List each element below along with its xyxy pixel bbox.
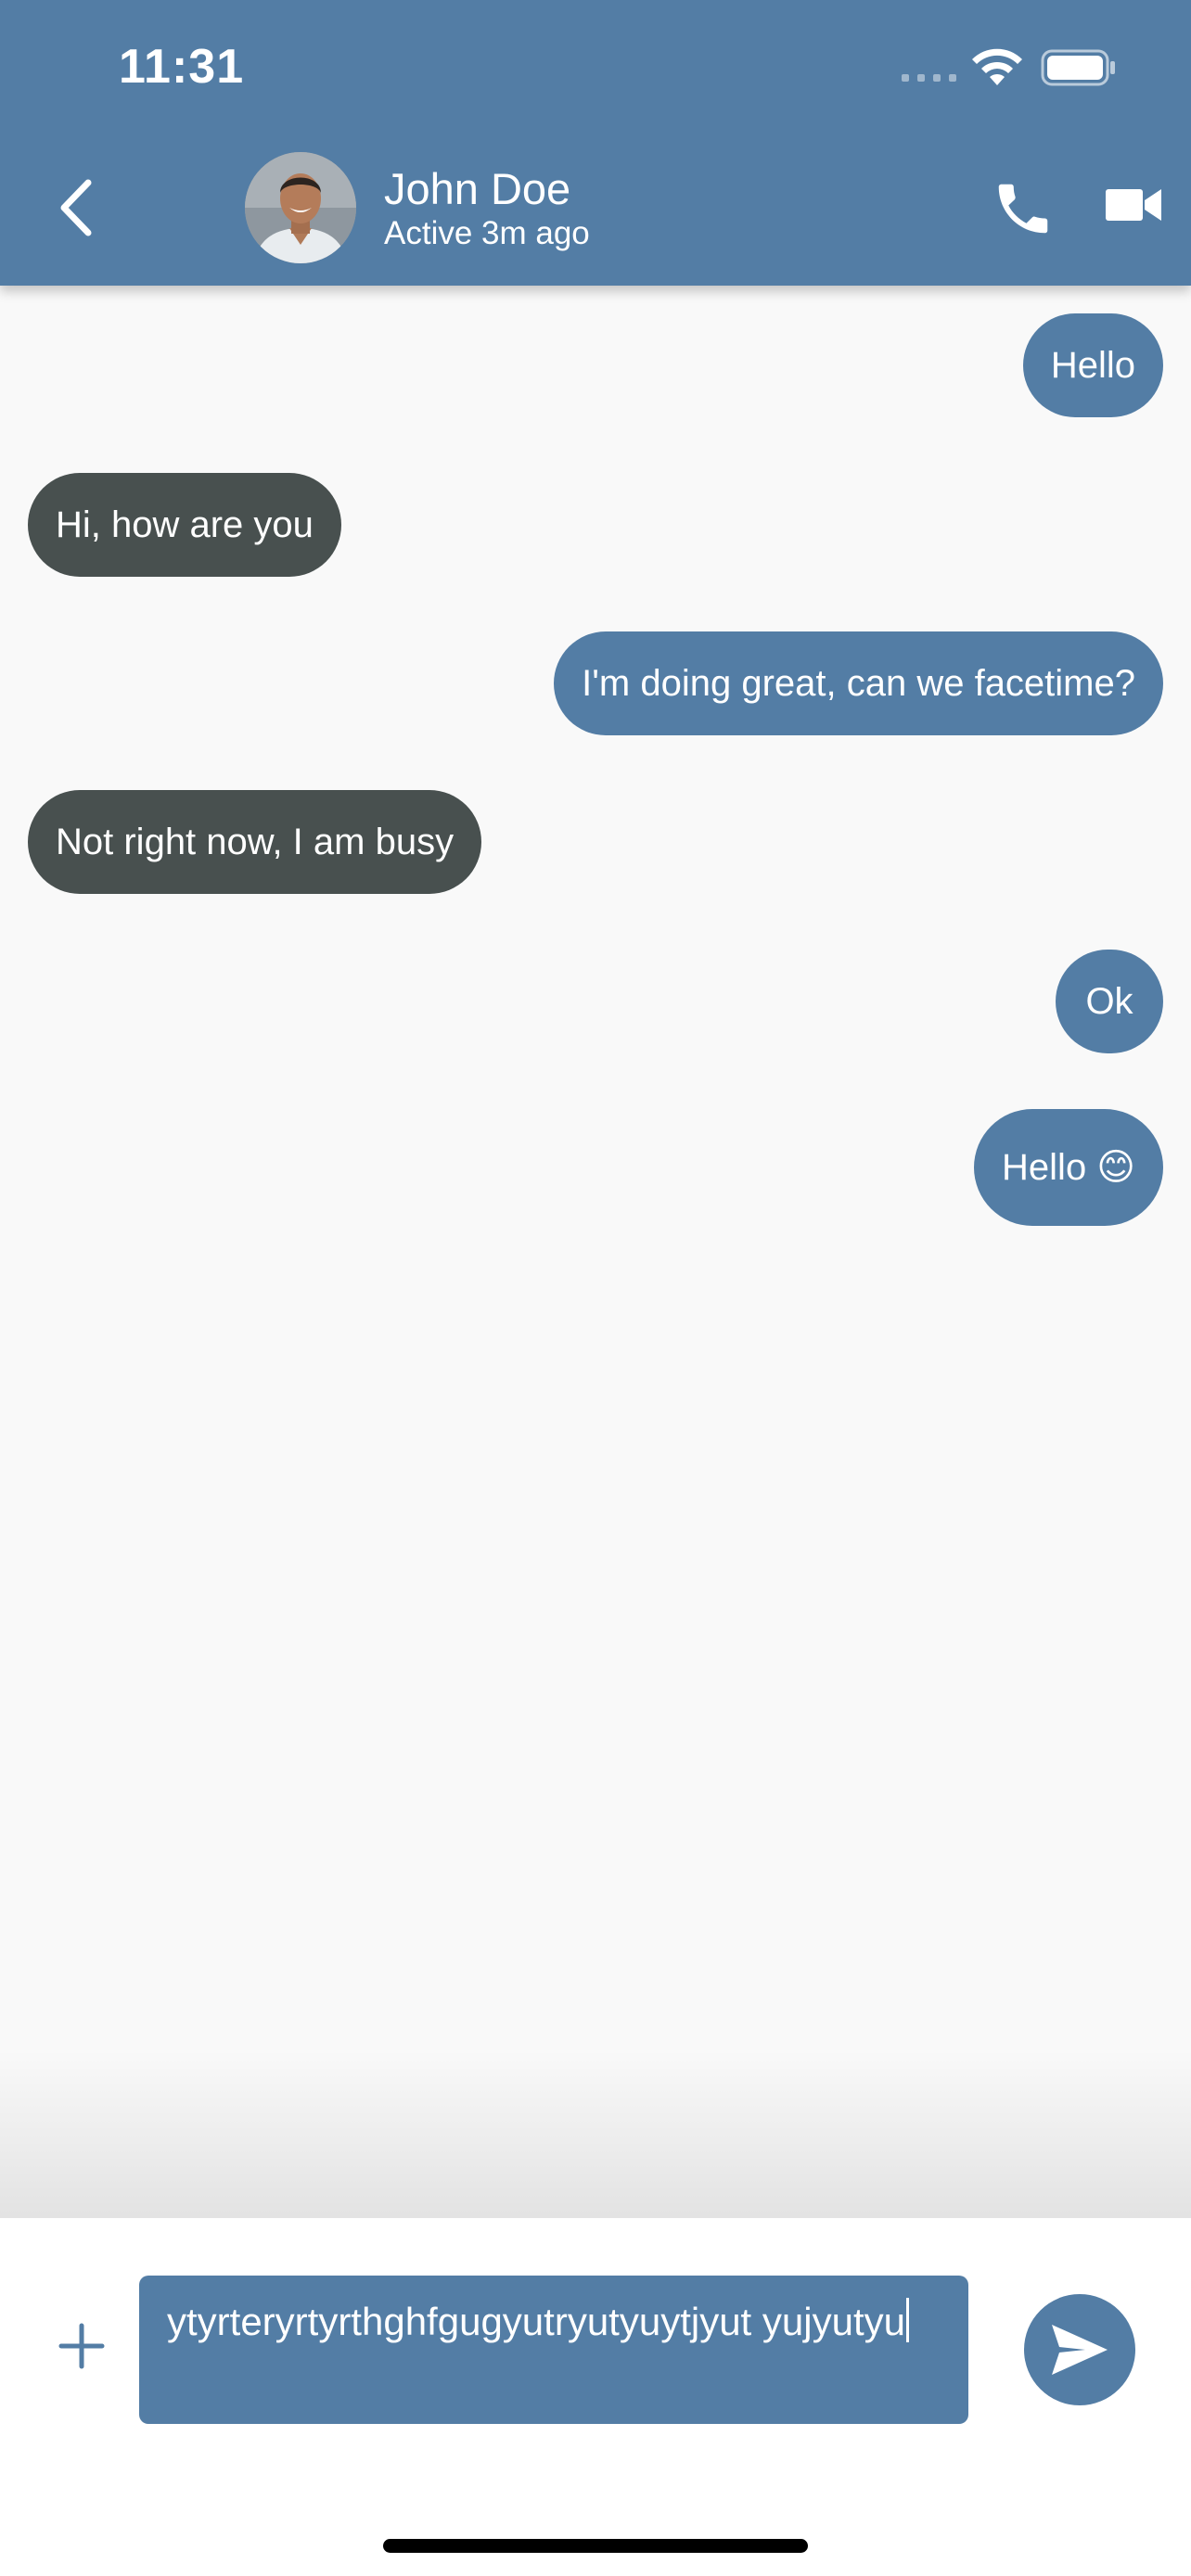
contact-avatar[interactable]: [245, 152, 356, 263]
avatar-photo: [245, 152, 356, 263]
message-bubble-incoming[interactable]: Not right now, I am busy: [28, 790, 482, 894]
text-cursor: [905, 2298, 909, 2342]
contact-name: John Doe: [384, 164, 571, 213]
call-button[interactable]: [991, 176, 1056, 241]
chevron-left-icon: [60, 179, 92, 236]
message-bubble-outgoing[interactable]: Ok: [1056, 950, 1163, 1053]
add-attachment-button[interactable]: [58, 2322, 106, 2370]
status-time: 11:31: [119, 40, 245, 94]
message-bubble-incoming[interactable]: Hi, how are you: [28, 473, 341, 577]
cellular-signal-icon: [902, 74, 956, 82]
video-camera-icon: [1106, 189, 1161, 221]
battery-icon: [1041, 49, 1115, 86]
send-icon: [1052, 2325, 1108, 2375]
composer-shadow: [0, 2049, 1191, 2218]
home-indicator[interactable]: [383, 2539, 808, 2553]
video-call-button[interactable]: [1106, 182, 1171, 237]
message-bubble-outgoing[interactable]: Hello: [1022, 313, 1163, 417]
plus-icon: [58, 2323, 105, 2369]
chat-header: 11:31 John Doe Active 3m ago: [0, 0, 1191, 286]
message-input-value: ytyrteryrtyrthghfgugyutryutyuytjyut yujy…: [167, 2300, 905, 2343]
send-button[interactable]: [1024, 2294, 1135, 2405]
message-bubble-outgoing[interactable]: I'm doing great, can we facetime?: [554, 631, 1163, 735]
message-bubble-outgoing[interactable]: Hello 😊: [974, 1109, 1163, 1226]
chat-screen: 11:31 John Doe Active 3m ago Hello Hi, h…: [0, 0, 1191, 2576]
contact-status: Active 3m ago: [384, 215, 590, 251]
wifi-icon: [972, 48, 1022, 85]
phone-icon: [998, 184, 1048, 234]
back-button[interactable]: [48, 172, 104, 243]
message-input[interactable]: ytyrteryrtyrthghfgugyutryutyuytjyut yujy…: [139, 2276, 968, 2424]
